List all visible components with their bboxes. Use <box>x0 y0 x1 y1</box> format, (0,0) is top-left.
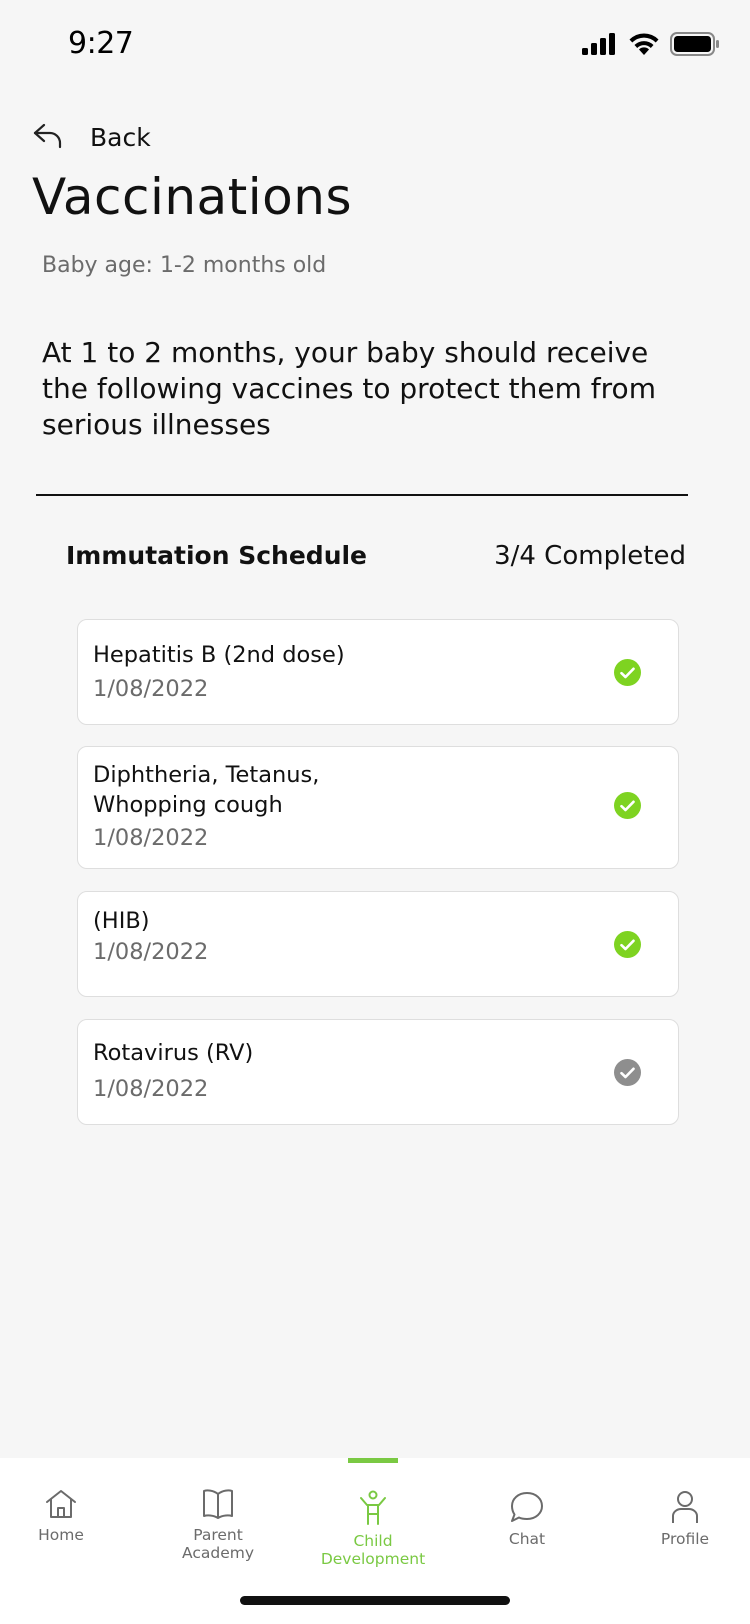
tab-profile[interactable]: Profile <box>646 1490 724 1548</box>
check-circle-icon <box>614 1059 641 1086</box>
check-circle-icon <box>614 931 641 958</box>
child-icon <box>360 1490 386 1525</box>
back-button[interactable]: Back <box>30 112 151 162</box>
vaccine-date: 1/08/2022 <box>93 1076 209 1102</box>
tab-label: Parent Academy <box>168 1526 268 1562</box>
tab-label: Child Development <box>313 1532 433 1568</box>
status-time: 9:27 <box>68 26 134 61</box>
tab-label-line-1: Parent <box>193 1526 243 1544</box>
check-circle-icon <box>614 659 641 686</box>
vaccine-name: Rotavirus (RV) <box>93 1040 254 1066</box>
home-indicator <box>240 1596 510 1605</box>
vaccine-card-hib[interactable]: (HIB) 1/08/2022 <box>77 891 679 997</box>
vaccine-name-line-2: Whopping cough <box>93 792 283 818</box>
vaccine-name: (HIB) <box>93 908 150 934</box>
tab-label-line-2: Academy <box>182 1544 254 1562</box>
home-icon <box>46 1490 76 1518</box>
schedule-progress: 3/4 Completed <box>494 541 686 571</box>
schedule-title: Immutation Schedule <box>66 541 368 570</box>
book-icon <box>203 1489 233 1519</box>
tab-parent-academy[interactable]: Parent Academy <box>168 1488 268 1562</box>
divider <box>36 494 688 496</box>
vaccine-card-hepatitis-b[interactable]: Hepatitis B (2nd dose) 1/08/2022 <box>77 619 679 725</box>
page-title: Vaccinations <box>32 168 352 226</box>
status-icons <box>582 32 720 56</box>
intro-text: At 1 to 2 months, your baby should recei… <box>42 336 656 441</box>
vaccine-card-diphtheria[interactable]: Diphtheria, Tetanus, Whopping cough 1/08… <box>77 746 679 869</box>
back-label: Back <box>90 122 151 152</box>
vaccine-name-line-1: Diphtheria, Tetanus, <box>93 762 320 788</box>
vaccine-name: Hepatitis B (2nd dose) <box>93 642 345 668</box>
check-circle-icon <box>614 792 641 819</box>
status-bar: 9:27 <box>0 0 750 92</box>
active-tab-indicator <box>348 1458 398 1463</box>
vaccine-name: Diphtheria, Tetanus, Whopping cough <box>93 760 319 820</box>
tab-child-development[interactable]: Child Development <box>313 1490 433 1568</box>
baby-age-label: Baby age: 1-2 months old <box>42 253 327 278</box>
tab-label: Profile <box>660 1530 710 1548</box>
vaccine-date: 1/08/2022 <box>93 939 209 965</box>
tab-home[interactable]: Home <box>20 1488 102 1544</box>
tab-chat[interactable]: Chat <box>490 1490 564 1548</box>
battery-icon <box>670 32 719 56</box>
tab-label-line-2: Development <box>320 1550 426 1568</box>
tab-label-line-1: Child <box>353 1532 393 1550</box>
vaccine-date: 1/08/2022 <box>93 676 209 702</box>
profile-icon <box>672 1491 698 1523</box>
chat-icon <box>511 1492 543 1522</box>
tab-label: Home <box>38 1526 84 1544</box>
vaccine-card-rotavirus[interactable]: Rotavirus (RV) 1/08/2022 <box>77 1019 679 1125</box>
tab-label: Chat <box>508 1530 546 1548</box>
back-arrow-icon <box>33 123 62 149</box>
signal-icon <box>582 33 615 55</box>
vaccine-date: 1/08/2022 <box>93 825 209 851</box>
wifi-icon <box>629 33 659 55</box>
schedule-header: Immutation Schedule 3/4 Completed <box>66 541 686 571</box>
